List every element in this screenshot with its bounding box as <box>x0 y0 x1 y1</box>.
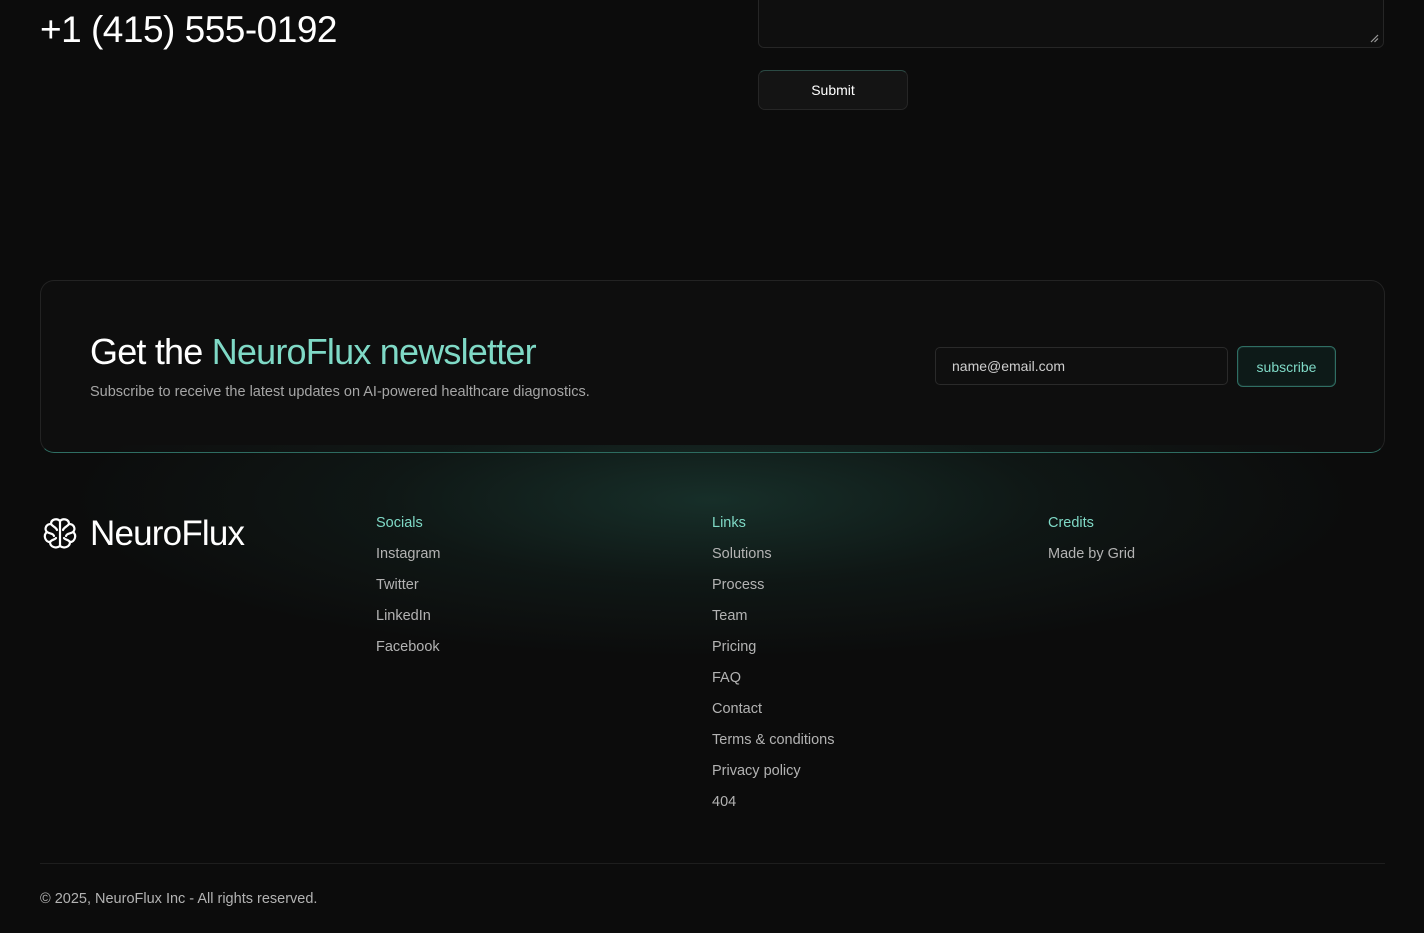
footer-link-facebook[interactable]: Facebook <box>376 638 440 657</box>
footer-link-terms[interactable]: Terms & conditions <box>712 731 835 750</box>
footer-link-solutions[interactable]: Solutions <box>712 545 835 564</box>
footer-link-list: Solutions Process Team Pricing FAQ Conta… <box>712 545 835 812</box>
page: +1 (415) 555-0192 Submit Get the NeuroFl… <box>0 0 1424 933</box>
footer-divider <box>40 863 1385 864</box>
footer-link-linkedin[interactable]: LinkedIn <box>376 607 440 626</box>
newsletter-title-accent: NeuroFlux newsletter <box>211 331 537 372</box>
footer-link-privacy[interactable]: Privacy policy <box>712 762 835 781</box>
footer-column-title: Links <box>712 515 746 531</box>
footer-column-title: Credits <box>1048 515 1094 531</box>
footer-brand[interactable]: NeuroFlux <box>40 514 245 554</box>
footer-column-links: Links Solutions Process Team Pricing FAQ… <box>712 514 835 824</box>
footer-link-list: Instagram Twitter LinkedIn Facebook <box>376 545 440 657</box>
contact-phone: +1 (415) 555-0192 <box>40 9 338 50</box>
footer-link-404[interactable]: 404 <box>712 793 835 812</box>
footer-link-pricing[interactable]: Pricing <box>712 638 835 657</box>
footer-column-socials: Socials Instagram Twitter LinkedIn Faceb… <box>376 514 440 669</box>
footer-link-made-by[interactable]: Made by Grid <box>1048 545 1135 564</box>
footer-link-list: Made by Grid <box>1048 545 1135 564</box>
footer-link-process[interactable]: Process <box>712 576 835 595</box>
newsletter-email-input[interactable] <box>935 347 1228 385</box>
footer-column-credits: Credits Made by Grid <box>1048 514 1135 576</box>
footer-link-twitter[interactable]: Twitter <box>376 576 440 595</box>
brain-icon <box>43 518 77 549</box>
newsletter-title-prefix: Get the <box>90 331 212 372</box>
resize-handle-icon[interactable] <box>1369 33 1379 43</box>
subscribe-button[interactable]: subscribe <box>1237 346 1336 387</box>
footer-column-title: Socials <box>376 515 423 531</box>
newsletter-title: Get the NeuroFlux newsletter <box>90 331 537 373</box>
copyright-text: © 2025, NeuroFlux Inc - All rights reser… <box>40 891 318 907</box>
footer-link-instagram[interactable]: Instagram <box>376 545 440 564</box>
submit-button[interactable]: Submit <box>758 70 908 110</box>
footer-link-faq[interactable]: FAQ <box>712 669 835 688</box>
newsletter-card: Get the NeuroFlux newsletter Subscribe t… <box>40 280 1385 453</box>
newsletter-subtitle: Subscribe to receive the latest updates … <box>90 384 590 400</box>
footer-link-contact[interactable]: Contact <box>712 700 835 719</box>
footer-link-team[interactable]: Team <box>712 607 835 626</box>
message-textarea[interactable] <box>758 0 1384 48</box>
brand-name: NeuroFlux <box>90 514 245 553</box>
